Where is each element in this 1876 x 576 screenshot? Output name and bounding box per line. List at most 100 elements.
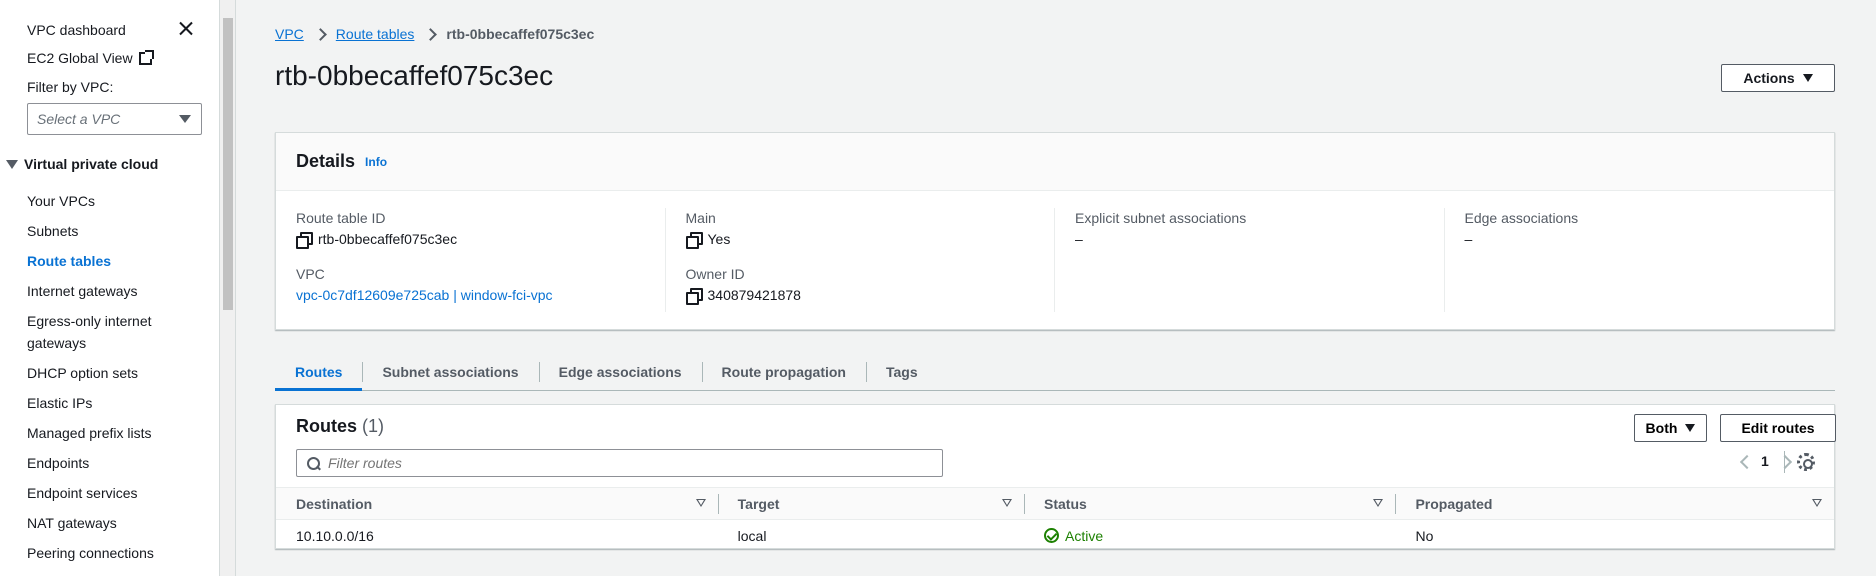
column-propagated[interactable]: Propagated: [1395, 487, 1834, 520]
actions-button-label: Actions: [1743, 70, 1795, 86]
cell-propagated: No: [1415, 527, 1434, 544]
table-row[interactable]: 10.10.0.0/16 local Active No: [276, 520, 1834, 552]
route-table-id-label: Route table ID: [296, 210, 386, 226]
tab-route-propagation[interactable]: Route propagation: [701, 353, 866, 391]
sort-icon: [1373, 499, 1384, 507]
chevron-right-icon: [316, 28, 324, 40]
owner-id-value: 340879421878: [685, 284, 1035, 306]
cell-target: local: [737, 527, 767, 544]
vpc-link[interactable]: vpc-0c7df12609e725cab | window-fci-vpc: [296, 284, 645, 306]
sidebar-item-managed-prefix-lists[interactable]: Managed prefix lists: [27, 418, 197, 448]
chevron-right-icon: [426, 28, 434, 40]
sidebar-item-your-vpcs[interactable]: Your VPCs: [27, 186, 197, 216]
explicit-subnet-associations-label: Explicit subnet associations: [1075, 210, 1247, 226]
cell-status: Active: [1024, 520, 1395, 552]
vpc-label: VPC: [296, 266, 325, 282]
tabs: Routes Subnet associations Edge associat…: [275, 353, 1835, 391]
tab-edge-associations[interactable]: Edge associations: [538, 353, 702, 391]
sidebar-item-route-tables[interactable]: Route tables: [27, 246, 197, 276]
sidebar-section-label: Virtual private cloud: [24, 156, 159, 172]
main-label: Main: [685, 210, 716, 226]
both-dropdown-label: Both: [1645, 420, 1678, 436]
close-sidebar-button[interactable]: [178, 20, 198, 40]
page-title: rtb-0bbecaffef075c3ec: [275, 60, 554, 91]
column-target-label: Target: [737, 495, 780, 512]
search-icon: [307, 456, 320, 470]
copy-icon[interactable]: [685, 288, 703, 305]
sidebar-scrollbar[interactable]: [220, 0, 236, 576]
edit-routes-button[interactable]: Edit routes: [1720, 414, 1836, 442]
tab-routes[interactable]: Routes: [275, 353, 363, 391]
copy-icon[interactable]: [296, 232, 313, 249]
details-column-4: Edge associations –: [1445, 208, 1835, 312]
cell-destination: 10.10.0.0/16: [296, 527, 374, 544]
status-text: Active: [1065, 527, 1104, 544]
sidebar: VPC dashboard EC2 Global View Filter by …: [0, 0, 220, 576]
sidebar-item-peering-connections[interactable]: Peering connections: [27, 538, 197, 568]
caret-down-icon: [1685, 424, 1696, 432]
details-grid: Route table ID rtb-0bbecaffef075c3ec VPC…: [276, 191, 1834, 312]
main-value-text: Yes: [707, 231, 731, 247]
chevron-left-icon[interactable]: [1739, 454, 1749, 468]
tab-tags[interactable]: Tags: [865, 353, 938, 391]
actions-button[interactable]: Actions: [1721, 64, 1835, 92]
sidebar-item-elastic-ips[interactable]: Elastic IPs: [27, 388, 197, 418]
filter-routes-input[interactable]: [328, 455, 908, 471]
both-dropdown[interactable]: Both: [1634, 414, 1707, 442]
owner-id-label: Owner ID: [685, 266, 745, 282]
column-destination[interactable]: Destination: [276, 487, 718, 520]
scrollbar-thumb[interactable]: [223, 18, 233, 310]
copy-icon[interactable]: [685, 232, 703, 249]
sidebar-item-internet-gateways[interactable]: Internet gateways: [27, 276, 197, 306]
caret-down-icon: [1802, 74, 1813, 82]
details-panel: Details Info Route table ID rtb-0bbecaff…: [275, 132, 1835, 330]
column-target[interactable]: Target: [717, 487, 1024, 520]
sort-icon: [1812, 499, 1822, 507]
routes-title: Routes (1): [296, 416, 384, 437]
sort-icon: [1002, 499, 1012, 507]
caret-down-icon: [6, 159, 18, 169]
details-title: Details: [296, 151, 356, 171]
route-table-id-text: rtb-0bbecaffef075c3ec: [318, 231, 458, 247]
routes-panel: Routes (1) Both Edit routes 1 Destinatio…: [275, 404, 1836, 552]
routes-table: Destination Target Status Propagated 10.…: [276, 487, 1834, 552]
column-status[interactable]: Status: [1024, 487, 1396, 520]
details-column-1: Route table ID rtb-0bbecaffef075c3ec VPC…: [276, 208, 666, 312]
breadcrumb: VPC Route tables rtb-0bbecaffef075c3ec: [275, 26, 594, 42]
sidebar-vpc-dashboard[interactable]: VPC dashboard: [27, 20, 126, 40]
filter-by-vpc-label: Filter by VPC:: [27, 79, 114, 95]
main-content: VPC Route tables rtb-0bbecaffef075c3ec r…: [237, 0, 1876, 576]
sidebar-item-egress-only-internet-gateways[interactable]: Egress-only internet gateways: [27, 306, 197, 358]
chevron-right-icon[interactable]: [1781, 454, 1791, 468]
external-link-icon: [138, 49, 154, 65]
column-propagated-label: Propagated: [1415, 495, 1493, 512]
breadcrumb-current: rtb-0bbecaffef075c3ec: [446, 26, 595, 42]
breadcrumb-vpc[interactable]: VPC: [275, 26, 304, 42]
route-table-id-value: rtb-0bbecaffef075c3ec: [296, 228, 645, 250]
edge-associations-label: Edge associations: [1464, 210, 1579, 226]
sidebar-item-subnets[interactable]: Subnets: [27, 216, 197, 246]
sidebar-item-nat-gateways[interactable]: NAT gateways: [27, 508, 197, 538]
sidebar-items: Your VPCs Subnets Route tables Internet …: [27, 186, 197, 568]
status-badge: Active: [1044, 528, 1375, 544]
sidebar-item-dhcp-option-sets[interactable]: DHCP option sets: [27, 358, 197, 388]
vpc-filter-select[interactable]: Select a VPC: [27, 103, 202, 135]
current-page[interactable]: 1: [1761, 453, 1769, 469]
caret-down-icon: [179, 115, 191, 123]
routes-title-text: Routes: [296, 416, 358, 436]
details-header: Details Info: [276, 133, 1834, 191]
column-destination-label: Destination: [296, 495, 373, 512]
tab-subnet-associations[interactable]: Subnet associations: [362, 353, 538, 391]
details-column-3: Explicit subnet associations –: [1055, 208, 1445, 312]
main-value: Yes: [685, 228, 1035, 250]
sidebar-item-endpoints[interactable]: Endpoints: [27, 448, 197, 478]
breadcrumb-route-tables[interactable]: Route tables: [336, 26, 415, 42]
gear-icon[interactable]: [1797, 453, 1815, 471]
filter-routes-field[interactable]: [296, 449, 943, 477]
info-link[interactable]: Info: [365, 155, 387, 169]
sidebar-section-virtual-private-cloud[interactable]: Virtual private cloud: [6, 156, 158, 172]
sidebar-item-endpoint-services[interactable]: Endpoint services: [27, 478, 197, 508]
explicit-subnet-associations-value: –: [1075, 231, 1083, 247]
sidebar-ec2-global-view[interactable]: EC2 Global View: [27, 49, 154, 66]
check-circle-icon: [1044, 528, 1059, 544]
